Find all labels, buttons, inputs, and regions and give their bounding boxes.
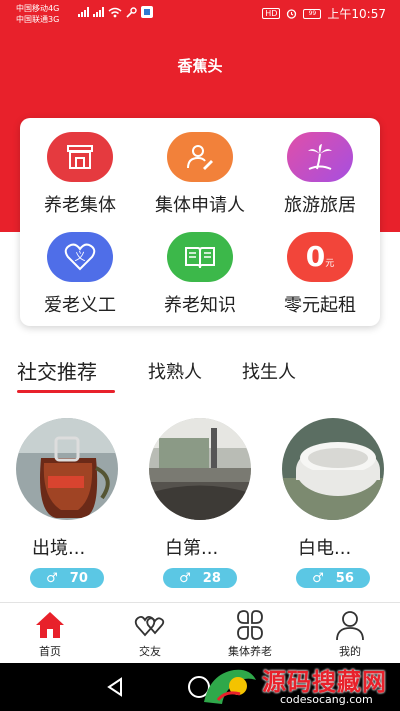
back-icon[interactable] xyxy=(105,677,125,697)
user-name: 出境... xyxy=(32,538,86,559)
alarm-icon xyxy=(287,9,297,19)
menu-item-group-applicant[interactable]: 集体申请人 xyxy=(140,118,260,218)
user-card[interactable]: 白电... ♂ 56 xyxy=(282,418,384,593)
status-bar: 中国移动4G 中国联通3G HD 99 上午10:57 xyxy=(0,0,400,30)
nav-label: 首页 xyxy=(39,645,61,658)
nav-home[interactable]: 首页 xyxy=(0,603,100,664)
user-name: 白第... xyxy=(165,538,219,559)
signal-icon xyxy=(78,7,89,17)
battery-icon: 99 xyxy=(303,8,322,19)
menu-item-label: 零元起租 xyxy=(284,295,356,316)
signal-icon-2 xyxy=(93,7,104,17)
page-title: 香蕉头 xyxy=(177,57,223,75)
menu-item-elderly-group[interactable]: 养老集体 xyxy=(20,118,140,218)
screen: 中国移动4G 中国联通3G HD 99 上午10:57 香蕉头 养老集体 集体申… xyxy=(0,0,400,711)
clock-time: 上午10:57 xyxy=(327,7,386,21)
nav-friends[interactable]: 交友 xyxy=(100,603,200,664)
age-badge: ♂ 56 xyxy=(296,568,370,588)
age-value: 28 xyxy=(202,570,221,586)
nav-label: 交友 xyxy=(139,645,161,658)
menu-item-label: 爱老义工 xyxy=(44,295,116,316)
key-icon xyxy=(126,6,137,18)
menu-item-travel[interactable]: 旅游旅居 xyxy=(260,118,380,218)
user-edit-icon xyxy=(167,132,233,182)
menu-item-label: 旅游旅居 xyxy=(284,195,356,216)
status-icons-left xyxy=(78,6,153,18)
carrier-2-label: 中国联通3G xyxy=(16,15,60,24)
age-value: 56 xyxy=(335,570,354,586)
service-menu-card: 养老集体 集体申请人 旅游旅居 义 爱老义工 养老知识 0 元 零元起租 xyxy=(20,118,380,326)
watermark-text: 源码搜藏网 xyxy=(262,668,387,696)
menu-item-volunteer[interactable]: 义 爱老义工 xyxy=(20,218,140,318)
age-badge: ♂ 28 xyxy=(163,568,237,588)
grid-petals-icon xyxy=(237,610,263,640)
hd-badge: HD xyxy=(262,8,281,19)
nav-profile[interactable]: 我的 xyxy=(300,603,400,664)
user-name: 白电... xyxy=(298,538,352,559)
tab-find-strangers[interactable]: 找生人 xyxy=(242,358,296,384)
person-icon xyxy=(336,611,364,641)
notification-icon xyxy=(141,6,153,18)
social-tabs: 社交推荐 找熟人 找生人 xyxy=(0,350,400,394)
male-icon: ♂ xyxy=(312,570,324,586)
tab-find-acquaintances[interactable]: 找熟人 xyxy=(148,358,202,384)
avatar xyxy=(282,418,384,520)
watermark-url: codesocang.com xyxy=(280,693,373,706)
menu-item-label: 集体申请人 xyxy=(155,195,245,216)
status-icons-right: HD 99 上午10:57 xyxy=(262,5,386,22)
watermark: 源码搜藏网 codesocang.com xyxy=(200,660,400,711)
tab-social-recommend[interactable]: 社交推荐 xyxy=(17,356,97,385)
zero-rent-icon: 0 元 xyxy=(287,232,353,282)
active-tab-indicator xyxy=(17,390,115,393)
user-card[interactable]: 出境... ♂ 70 xyxy=(16,418,118,593)
store-icon xyxy=(47,132,113,182)
user-card[interactable]: 白第... ♂ 28 xyxy=(149,418,251,593)
wifi-icon xyxy=(108,7,122,17)
bottom-navigation: 首页 交友 集体养老 我的 xyxy=(0,602,400,663)
nav-label: 我的 xyxy=(339,645,361,658)
menu-item-zero-rent[interactable]: 0 元 零元起租 xyxy=(260,218,380,318)
menu-item-label: 养老知识 xyxy=(164,295,236,316)
nav-label: 集体养老 xyxy=(228,645,272,658)
age-value: 70 xyxy=(69,570,88,586)
male-icon: ♂ xyxy=(46,570,58,586)
avatar xyxy=(16,418,118,520)
age-badge: ♂ 70 xyxy=(30,568,104,588)
avatar xyxy=(149,418,251,520)
hearts-icon xyxy=(134,615,165,637)
zero-rent-icon-number: 0 xyxy=(305,240,326,273)
nav-group-elderly[interactable]: 集体养老 xyxy=(200,603,300,664)
zero-rent-icon-unit: 元 xyxy=(325,258,335,269)
carrier-1-label: 中国移动4G xyxy=(16,4,60,13)
heart-volunteer-icon: 义 xyxy=(47,232,113,282)
book-icon xyxy=(167,232,233,282)
palm-tree-icon xyxy=(287,132,353,182)
menu-item-knowledge[interactable]: 养老知识 xyxy=(140,218,260,318)
volunteer-icon-text: 义 xyxy=(75,250,86,263)
menu-item-label: 养老集体 xyxy=(44,195,116,216)
watermark-logo xyxy=(204,669,256,704)
male-icon: ♂ xyxy=(179,570,191,586)
home-icon xyxy=(36,612,64,638)
